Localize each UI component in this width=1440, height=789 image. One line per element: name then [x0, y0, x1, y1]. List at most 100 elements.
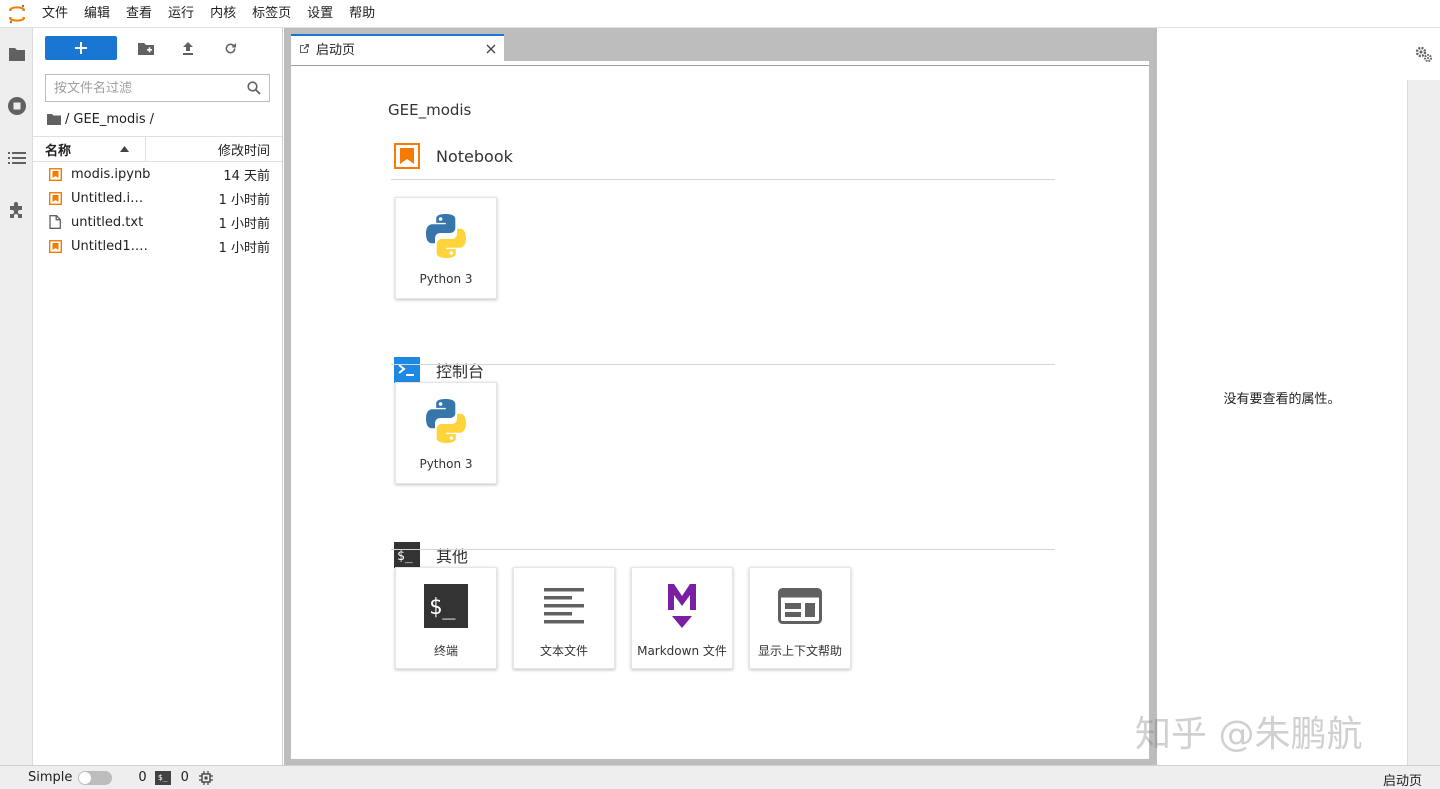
file-browser-panel: / GEE_modis / 名称 修改时间 modis.ipynb 14 天前 … — [33, 28, 283, 765]
file-name: Untitled1.ip... — [71, 238, 151, 254]
file-filter-box — [45, 74, 270, 102]
file-item-untitled1-ipynb[interactable]: Untitled1.ip... 1 小时前 — [33, 234, 282, 258]
sort-ascending-icon — [120, 146, 129, 152]
file-modified: 1 小时前 — [218, 240, 270, 256]
notebook-icon — [47, 238, 63, 254]
puzzle-icon — [9, 202, 22, 218]
gears-icon — [1415, 46, 1432, 62]
tab-launcher[interactable]: 启动页 — [291, 34, 504, 61]
section-divider — [391, 549, 1055, 550]
other-section-icon: $_ — [394, 542, 420, 568]
file-list-header: 名称 修改时间 — [33, 136, 282, 162]
menu-run[interactable]: 运行 — [160, 0, 202, 28]
file-browser-tab[interactable] — [0, 28, 33, 80]
python-logo-icon — [418, 208, 474, 264]
section-notebook-header: Notebook — [394, 143, 513, 169]
menu-tabs[interactable]: 标签页 — [244, 0, 299, 28]
jupyter-logo-icon — [0, 0, 34, 28]
card-label: Markdown 文件 — [637, 644, 727, 658]
watermark: 知乎 @朱鹏航 — [1135, 714, 1363, 755]
file-name: untitled.txt — [71, 214, 144, 230]
breadcrumb-gee-modis[interactable]: GEE_modis — [73, 112, 145, 127]
terminal-count-icon: $_ — [154, 770, 171, 785]
close-icon[interactable] — [486, 44, 496, 54]
breadcrumb-separator: / — [65, 111, 70, 127]
section-console-title: 控制台 — [436, 362, 485, 381]
notebook-icon — [47, 190, 63, 206]
contextual-help-icon — [772, 578, 828, 634]
simple-mode-label: Simple — [28, 770, 73, 785]
svg-text:$_: $_ — [429, 595, 456, 620]
launcher-cwd-title: GEE_modis — [388, 101, 472, 119]
main-dock-area: 启动页 GEE_modis Notebook Python 3 控制台 Pyth… — [284, 28, 1157, 765]
section-notebook-title: Notebook — [436, 146, 513, 166]
new-launcher-button[interactable] — [45, 36, 117, 60]
search-icon — [247, 81, 261, 95]
file-filter-input[interactable] — [54, 80, 247, 96]
table-of-contents-tab[interactable] — [0, 132, 33, 184]
card-label: Python 3 — [419, 272, 473, 286]
column-name-label: 名称 — [45, 143, 72, 159]
simple-mode-toggle[interactable] — [78, 770, 113, 785]
kernel-count[interactable]: 0 — [138, 770, 146, 785]
list-icon — [7, 152, 26, 164]
upload-icon — [183, 41, 193, 55]
python-logo-icon — [418, 393, 474, 449]
card-label: 文本文件 — [539, 644, 588, 658]
text-lines-icon — [536, 578, 592, 634]
new-folder-icon — [138, 42, 154, 55]
no-properties-message: 没有要查看的属性。 — [1223, 392, 1341, 407]
menu-bar: 文件 编辑 查看 运行 内核 标签页 设置 帮助 — [0, 0, 1440, 28]
card-markdown-file[interactable]: Markdown 文件 — [631, 567, 733, 669]
section-divider — [391, 364, 1055, 365]
extension-manager-tab[interactable] — [0, 184, 33, 236]
file-item-modis-ipynb[interactable]: modis.ipynb 14 天前 — [33, 162, 282, 186]
file-browser-toolbar — [33, 28, 282, 68]
card-notebook-python3[interactable]: Python 3 — [395, 197, 497, 299]
running-sessions-tab[interactable] — [0, 80, 33, 132]
refresh-button[interactable] — [209, 36, 251, 60]
section-other-title: 其他 — [436, 547, 469, 566]
card-text-file[interactable]: 文本文件 — [513, 567, 615, 669]
card-terminal[interactable]: $_ 终端 — [395, 567, 497, 669]
menu-kernel[interactable]: 内核 — [202, 0, 244, 28]
markdown-icon — [654, 578, 710, 634]
notebook-section-icon — [394, 143, 420, 169]
upload-button[interactable] — [167, 36, 209, 60]
plus-icon — [75, 42, 87, 54]
section-console-header: 控制台 — [394, 357, 484, 383]
new-folder-button[interactable] — [125, 36, 167, 60]
home-folder-icon[interactable] — [47, 113, 61, 125]
breadcrumb: / GEE_modis / — [33, 102, 282, 136]
terminal-count[interactable]: 0 — [181, 770, 189, 785]
file-modified: 14 天前 — [223, 168, 270, 184]
tab-bar: 启动页 — [284, 28, 1157, 61]
file-name: Untitled.ipy... — [71, 190, 151, 206]
card-label: 显示上下文帮助 — [757, 644, 842, 658]
card-contextual-help[interactable]: 显示上下文帮助 — [749, 567, 851, 669]
breadcrumb-separator: / — [149, 111, 155, 127]
file-modified: 1 小时前 — [218, 216, 270, 232]
menu-view[interactable]: 查看 — [118, 0, 160, 28]
property-inspector-panel: 没有要查看的属性。 — [1157, 28, 1407, 765]
file-item-untitled-txt[interactable]: untitled.txt 1 小时前 — [33, 210, 282, 234]
toggle-knob — [79, 771, 92, 784]
property-inspector-tab[interactable] — [1407, 28, 1440, 80]
cpu-chip-icon[interactable] — [198, 770, 213, 785]
column-modified-header[interactable]: 修改时间 — [146, 140, 282, 159]
folder-icon — [8, 48, 25, 61]
console-section-icon — [394, 357, 420, 383]
column-name-header[interactable]: 名称 — [33, 137, 146, 161]
card-label: 终端 — [433, 644, 458, 658]
file-item-untitled-ipynb[interactable]: Untitled.ipy... 1 小时前 — [33, 186, 282, 210]
menu-edit[interactable]: 编辑 — [76, 0, 118, 28]
menu-file[interactable]: 文件 — [34, 0, 76, 28]
menu-settings[interactable]: 设置 — [299, 0, 341, 28]
divider — [291, 65, 1149, 66]
section-other-header: $_ 其他 — [394, 542, 468, 568]
card-console-python3[interactable]: Python 3 — [395, 382, 497, 484]
file-list: modis.ipynb 14 天前 Untitled.ipy... 1 小时前 … — [33, 162, 282, 258]
menu-help[interactable]: 帮助 — [341, 0, 383, 28]
launch-icon — [300, 44, 309, 53]
status-bar: Simple 0 $_ 0 启动页 — [0, 765, 1440, 789]
